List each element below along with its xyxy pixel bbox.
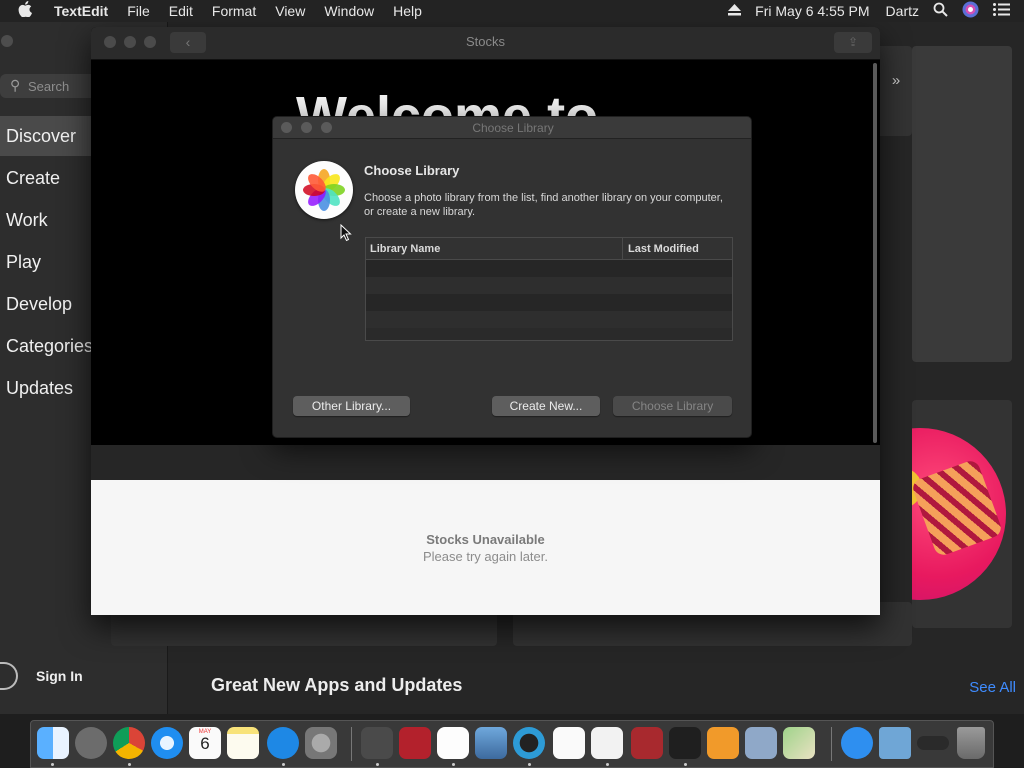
calendar-day: 6	[200, 734, 210, 753]
running-indicator	[606, 763, 609, 766]
choose-library-button[interactable]: Choose Library	[613, 396, 732, 416]
running-indicator	[282, 763, 285, 766]
app-store-downloads-icon[interactable]	[841, 727, 873, 759]
table-row[interactable]	[366, 294, 732, 311]
share-icon[interactable]: ⇪	[834, 32, 872, 53]
safari-icon[interactable]	[151, 727, 183, 759]
unavailable-message: Please try again later.	[422, 549, 549, 564]
table-row[interactable]	[366, 311, 732, 328]
dialog-heading: Choose Library	[364, 163, 460, 178]
column-library-name[interactable]: Library Name	[366, 238, 623, 259]
sign-in-button[interactable]: Sign In	[0, 662, 83, 690]
running-indicator	[528, 763, 531, 766]
window-title: Stocks	[465, 34, 505, 49]
stocks-unavailable-panel: Stocks Unavailable Please try again late…	[91, 480, 880, 615]
sidebar-item-discover[interactable]: Discover	[0, 116, 92, 156]
apple-menu-icon[interactable]	[18, 1, 38, 21]
dock-separator	[351, 727, 352, 761]
dialog-titlebar: Choose Library	[273, 117, 751, 139]
other-library-button[interactable]: Other Library...	[293, 396, 410, 416]
documents-folder-icon[interactable]	[879, 727, 911, 759]
stocks-titlebar: ‹ Stocks ⇪	[91, 27, 880, 60]
photos-app-icon	[295, 161, 353, 219]
running-indicator	[51, 763, 54, 766]
app-store-icon[interactable]	[267, 727, 299, 759]
eject-icon[interactable]	[728, 3, 742, 19]
reminders-icon[interactable]	[553, 727, 585, 759]
table-row[interactable]	[366, 260, 732, 277]
photos-icon[interactable]	[437, 727, 469, 759]
chrome-icon[interactable]	[113, 727, 145, 759]
see-all-link[interactable]: See All	[969, 679, 1016, 696]
expand-chevron-icon[interactable]: »	[880, 46, 912, 136]
search-placeholder: Search	[28, 78, 70, 94]
preview-icon[interactable]	[475, 727, 507, 759]
traffic-light-close[interactable]	[1, 35, 13, 47]
system-preferences-icon[interactable]	[305, 727, 337, 759]
textedit-icon[interactable]	[591, 727, 623, 759]
featured-artwork	[912, 428, 1008, 600]
menu-view[interactable]: View	[275, 3, 305, 19]
scrollbar[interactable]	[873, 63, 877, 443]
notes-icon[interactable]	[227, 727, 259, 759]
menu-edit[interactable]: Edit	[169, 3, 193, 19]
app-store-search-input[interactable]: ⚲ Search	[0, 74, 100, 98]
section-heading: Great New Apps and Updates	[211, 675, 463, 695]
calendar-icon[interactable]: MAY 6	[189, 727, 221, 759]
sign-in-label: Sign In	[36, 668, 83, 684]
library-table[interactable]: Library Name Last Modified	[365, 237, 733, 341]
search-icon: ⚲	[10, 77, 21, 93]
maps-icon[interactable]	[783, 727, 815, 759]
mouse-cursor-icon	[340, 223, 352, 242]
launchpad-icon[interactable]	[75, 727, 107, 759]
siri-icon[interactable]	[962, 1, 979, 21]
running-indicator	[128, 763, 131, 766]
dock: MAY 6	[30, 720, 994, 768]
notification-center-icon[interactable]	[993, 3, 1010, 19]
stocks-divider-band	[91, 445, 880, 480]
menu-file[interactable]: File	[127, 3, 150, 19]
spotlight-icon[interactable]	[933, 2, 948, 20]
home-icon[interactable]	[707, 727, 739, 759]
trash-icon[interactable]	[957, 727, 985, 759]
running-indicator	[376, 763, 379, 766]
library-table-header: Library Name Last Modified	[366, 238, 732, 260]
menu-help[interactable]: Help	[393, 3, 422, 19]
dictionary-icon[interactable]	[631, 727, 663, 759]
image-capture-icon[interactable]	[745, 727, 777, 759]
photo-booth-icon[interactable]	[399, 727, 431, 759]
menubar-user[interactable]: Dartz	[886, 3, 919, 19]
folder-actions-icon[interactable]	[361, 727, 393, 759]
menu-bar: TextEdit File Edit Format View Window He…	[0, 0, 1024, 22]
dock-separator	[831, 727, 832, 761]
create-new-button[interactable]: Create New...	[492, 396, 600, 416]
account-icon	[0, 662, 18, 690]
activity-monitor-icon[interactable]	[669, 727, 701, 759]
running-indicator	[452, 763, 455, 766]
menu-window[interactable]: Window	[324, 3, 374, 19]
dialog-title: Choose Library	[472, 121, 554, 135]
menu-format[interactable]: Format	[212, 3, 256, 19]
choose-library-dialog: Choose Library Choose Library Choose a p…	[272, 116, 752, 438]
menu-app-name[interactable]: TextEdit	[54, 3, 108, 19]
app-card[interactable]	[912, 46, 1012, 362]
finder-icon[interactable]	[37, 727, 69, 759]
unavailable-title: Stocks Unavailable	[426, 532, 545, 547]
menubar-clock[interactable]: Fri May 6 4:55 PM	[755, 3, 869, 19]
dialog-description: Choose a photo library from the list, fi…	[364, 192, 723, 218]
quicktime-icon[interactable]	[513, 727, 545, 759]
running-indicator	[684, 763, 687, 766]
table-row[interactable]	[366, 277, 732, 294]
column-last-modified[interactable]: Last Modified	[623, 238, 699, 259]
screenshot-icon[interactable]	[917, 736, 949, 750]
